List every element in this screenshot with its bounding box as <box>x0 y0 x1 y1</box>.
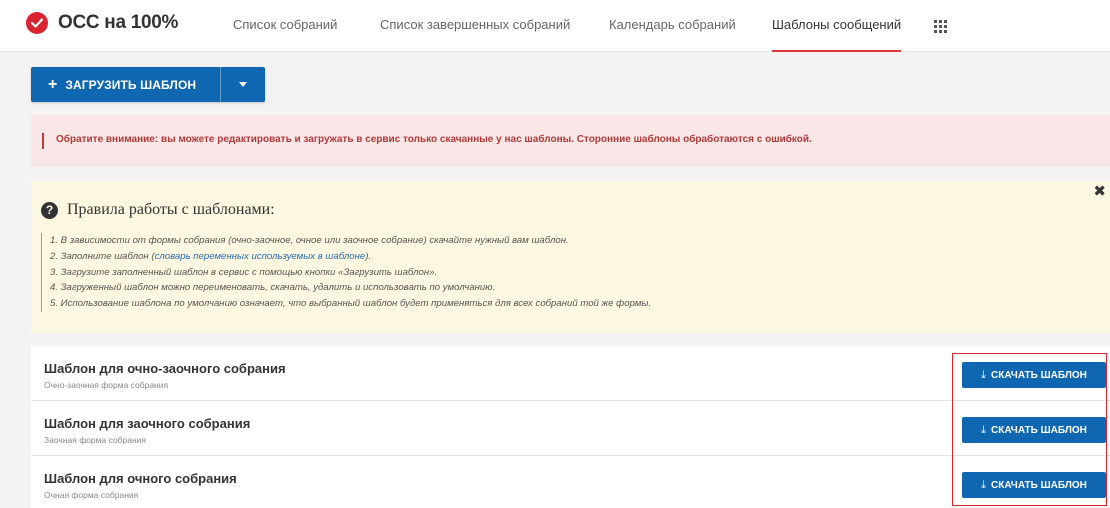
nav-meetings-list[interactable]: Список собраний <box>233 0 337 52</box>
rules-title: Правила работы с шаблонами: <box>67 201 275 218</box>
template-title: Шаблон для очного собрания <box>44 471 237 486</box>
template-row: Шаблон для очно-заочного собрания Очно-з… <box>31 346 1110 401</box>
download-template-button[interactable]: ⤓ СКАЧАТЬ ШАБЛОН <box>962 472 1106 498</box>
upload-options-dropdown[interactable] <box>221 67 265 102</box>
notice-text: Обратите внимание: вы можете редактирова… <box>56 134 812 145</box>
rules-heading: ? Правила работы с шаблонами: <box>41 201 275 219</box>
download-template-label: СКАЧАТЬ ШАБЛОН <box>991 369 1087 381</box>
question-icon: ? <box>41 201 58 219</box>
variables-dictionary-link[interactable]: словарь переменных используемых в шаблон… <box>155 251 366 262</box>
download-template-label: СКАЧАТЬ ШАБЛОН <box>991 424 1087 436</box>
upload-template-label: ЗАГРУЗИТЬ ШАБЛОН <box>65 77 197 92</box>
upload-template-button[interactable]: + ЗАГРУЗИТЬ ШАБЛОН <box>31 67 265 102</box>
rules-item: 3. Загрузите заполненный шаблон в сервис… <box>50 266 438 278</box>
nav-meetings-calendar[interactable]: Календарь собраний <box>609 0 736 52</box>
upload-template-main[interactable]: + ЗАГРУЗИТЬ ШАБЛОН <box>31 67 221 102</box>
nav-message-templates[interactable]: Шаблоны сообщений <box>772 0 902 52</box>
rules-item-text: ). <box>365 250 372 262</box>
template-row: Шаблон для заочного собрания Заочная фор… <box>31 401 1110 456</box>
rules-item: 4. Загруженный шаблон можно переименоват… <box>50 282 496 294</box>
rules-list: 1. В зависимости от формы собрания (очно… <box>41 233 651 312</box>
download-template-button[interactable]: ⤓ СКАЧАТЬ ШАБЛОН <box>962 417 1106 443</box>
close-icon[interactable]: ✖ <box>1093 184 1106 199</box>
warning-notice: Обратите внимание: вы можете редактирова… <box>31 115 1110 167</box>
download-icon: ⤓ <box>981 423 987 436</box>
rules-item: 2. Заполните шаблон (словарь переменных … <box>50 249 651 265</box>
logo[interactable]: ОСС на 100% <box>26 12 178 34</box>
plus-icon: + <box>48 75 58 93</box>
top-navigation: ОСС на 100% Список собраний Список завер… <box>0 0 1110 52</box>
caret-down-icon <box>239 82 247 87</box>
template-subtitle: Очная форма собрания <box>44 490 139 500</box>
rules-item-text: 2. Заполните шаблон ( <box>50 250 155 262</box>
template-rules-panel: ✖ ? Правила работы с шаблонами: 1. В зав… <box>31 181 1110 333</box>
download-template-button[interactable]: ⤓ СКАЧАТЬ ШАБЛОН <box>962 362 1106 388</box>
template-title: Шаблон для очно-заочного собрания <box>44 361 286 376</box>
template-row: Шаблон для очного собрания Очная форма с… <box>31 456 1110 508</box>
download-icon: ⤓ <box>981 478 987 491</box>
notice-accent-bar <box>42 133 44 149</box>
checkmark-icon <box>26 12 48 34</box>
grid-icon[interactable] <box>934 20 948 34</box>
templates-list: Шаблон для очно-заочного собрания Очно-з… <box>31 346 1110 508</box>
template-subtitle: Заочная форма собрания <box>44 435 147 445</box>
logo-text: ОСС на 100% <box>58 12 179 33</box>
rules-item: 1. В зависимости от формы собрания (очно… <box>50 235 569 246</box>
download-icon: ⤓ <box>981 368 987 381</box>
download-template-label: СКАЧАТЬ ШАБЛОН <box>991 479 1087 491</box>
rules-item: 5. Использование шаблона по умолчанию оз… <box>50 298 652 310</box>
template-subtitle: Очно-заочная форма собрания <box>44 380 169 390</box>
nav-completed-meetings[interactable]: Список завершенных собраний <box>380 0 570 52</box>
template-title: Шаблон для заочного собрания <box>44 416 251 431</box>
